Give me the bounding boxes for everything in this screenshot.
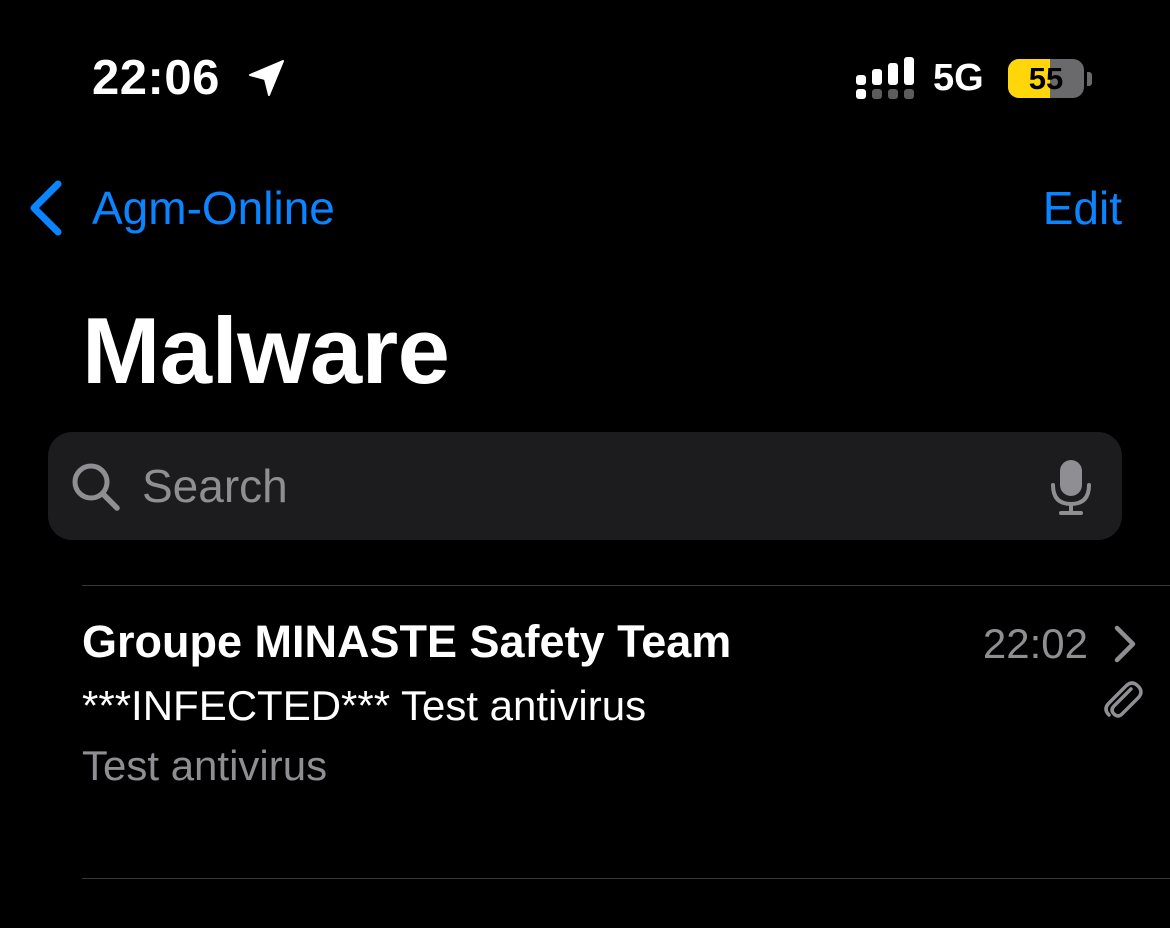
battery-percent-label: 55	[1028, 61, 1064, 96]
search-icon	[72, 463, 120, 511]
message-preview: Test antivirus	[82, 742, 328, 789]
paperclip-icon	[1104, 681, 1143, 718]
location-arrow-icon	[249, 60, 284, 96]
microphone-icon[interactable]	[1048, 458, 1094, 516]
edit-button[interactable]: Edit	[1043, 178, 1122, 238]
battery-icon: 55	[1008, 59, 1092, 98]
message-row[interactable]: Groupe MINASTE Safety Team 22:02 ***INFE…	[0, 586, 1170, 878]
battery-shell: 55	[1008, 59, 1084, 98]
chevron-left-icon	[30, 180, 62, 236]
cellular-signal-icon	[856, 57, 914, 99]
status-time: 22:06	[92, 51, 220, 105]
back-button[interactable]: Agm-Online	[24, 170, 335, 246]
message-sender: Groupe MINASTE Safety Team	[82, 616, 732, 667]
message-time: 22:02	[982, 620, 1088, 667]
page-title: Malware	[82, 298, 450, 403]
network-type-label: 5G	[933, 57, 984, 99]
chevron-right-icon	[1114, 625, 1136, 663]
back-button-label: Agm-Online	[92, 182, 335, 234]
search-bar[interactable]	[48, 432, 1122, 540]
battery-cap	[1087, 72, 1092, 86]
search-input[interactable]	[142, 456, 1022, 516]
message-subject: ***INFECTED*** Test antivirus	[82, 682, 647, 729]
status-bar: 22:06 5G 55	[0, 0, 1170, 140]
list-separator-bottom	[82, 878, 1170, 879]
